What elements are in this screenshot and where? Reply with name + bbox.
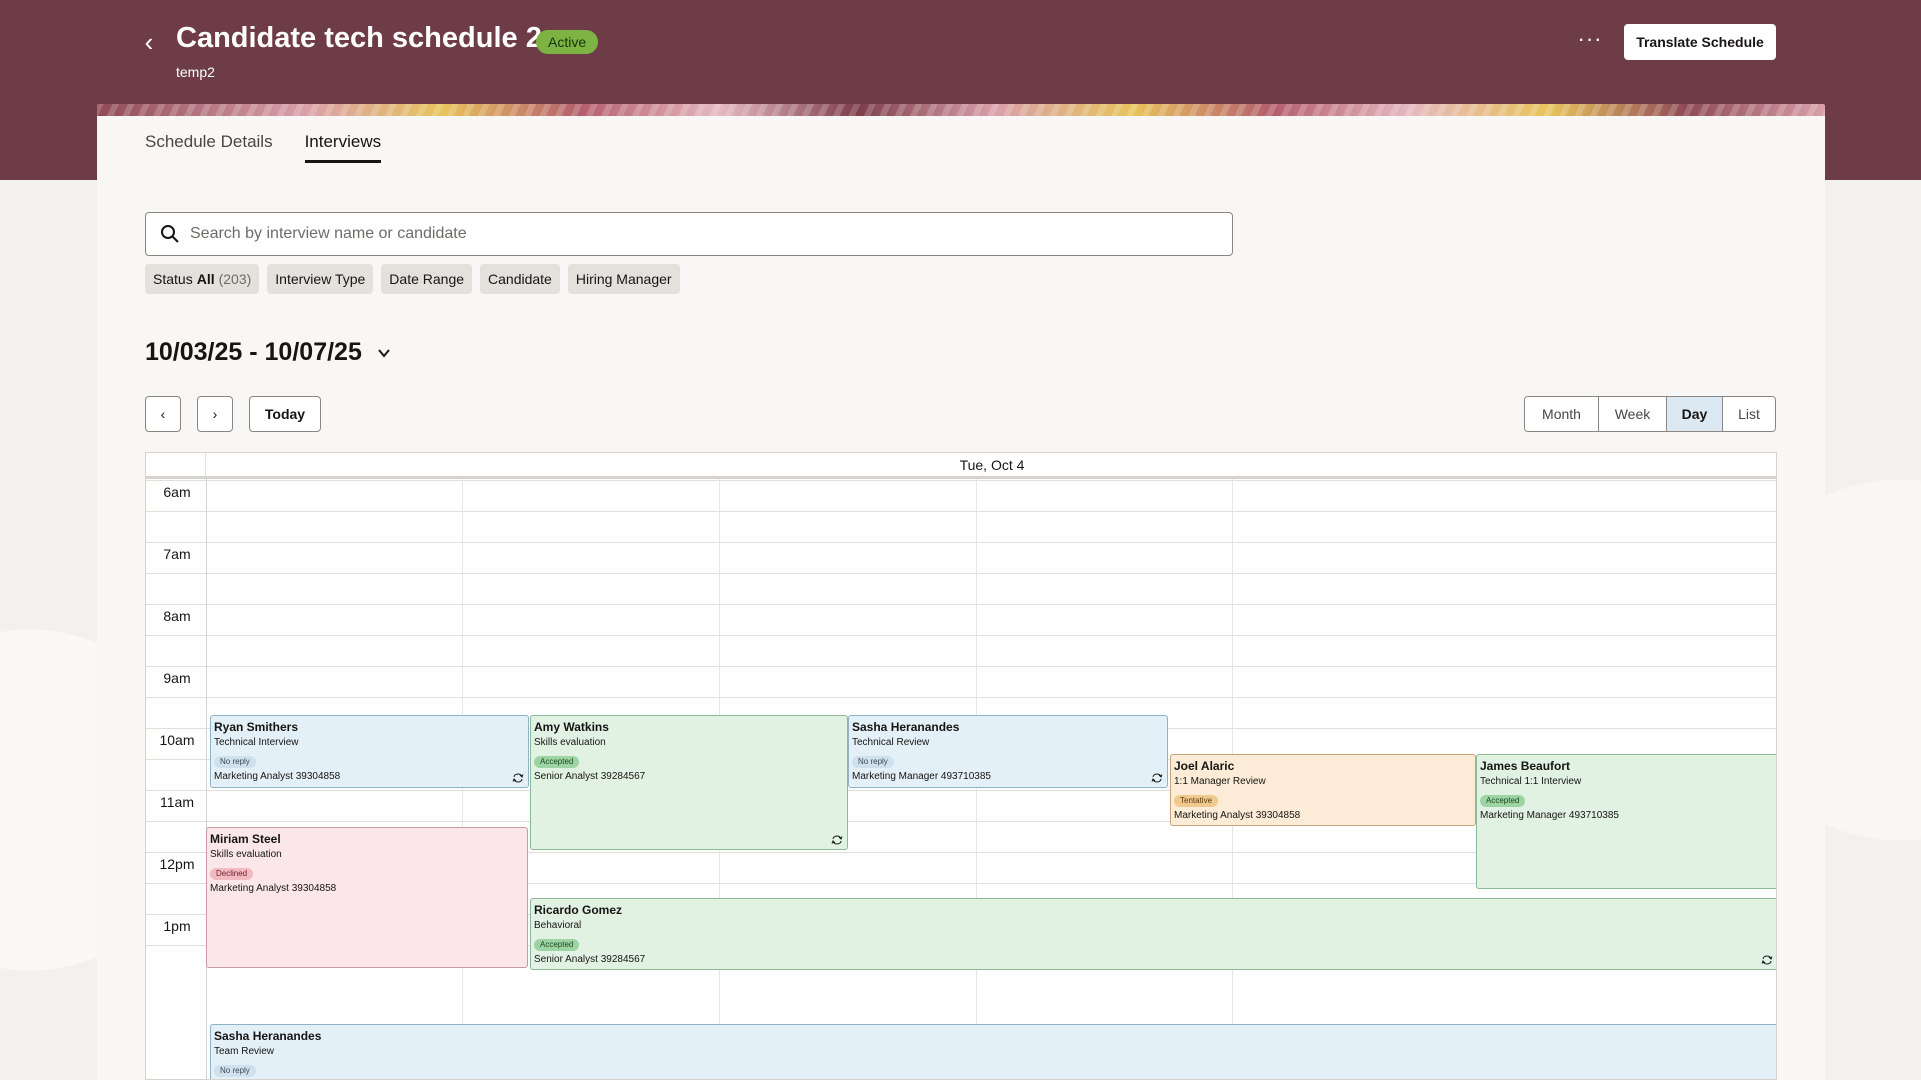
- interview-event[interactable]: Sasha Heranandes Technical Review No reply…: [848, 715, 1168, 788]
- sync-icon: [512, 773, 524, 783]
- status-badge: Active: [536, 30, 599, 54]
- tab-interviews[interactable]: Interviews: [304, 132, 382, 163]
- content-card: Schedule Details Interviews StatusAll(20…: [97, 116, 1825, 1080]
- hour-label: 7am: [163, 546, 191, 562]
- interview-event[interactable]: Miriam Steel Skills evaluation Declined Mar…: [206, 827, 528, 968]
- next-period-button[interactable]: ›: [197, 396, 233, 432]
- previous-period-button[interactable]: ‹: [145, 396, 181, 432]
- event-status-badge: Accepted: [534, 939, 580, 951]
- view-switcher: Month Week Day List: [1524, 396, 1776, 432]
- event-status-badge: No reply: [852, 756, 894, 768]
- event-interview-type: 1:1 Manager Review: [1174, 776, 1266, 787]
- hour-label: 9am: [163, 670, 191, 686]
- time-gutter-header: [146, 453, 206, 476]
- event-interview-type: Behavioral: [534, 920, 582, 931]
- today-button[interactable]: Today: [249, 396, 321, 432]
- translate-schedule-button[interactable]: Translate Schedule: [1624, 24, 1776, 60]
- status-filter-label: Status: [153, 271, 193, 287]
- status-filter-count: (203): [218, 271, 252, 287]
- calendar-grid: 6am 7am 8am 9am 10am 11am 12pm 1pm Ryan Smithers…: [146, 479, 1776, 1079]
- time-gutter-divider: [206, 479, 207, 1079]
- day-label: Tue, Oct 4: [959, 457, 1025, 473]
- date-range-filter-chip[interactable]: Date Range: [381, 264, 473, 294]
- interview-event[interactable]: Amy Watkins Skills evaluation Accepted Seni…: [530, 715, 848, 850]
- event-candidate-name: Miriam Steel: [210, 832, 281, 846]
- event-candidate-name: Ryan Smithers: [214, 720, 299, 734]
- status-filter-value: All: [196, 271, 215, 287]
- time-slot-line: [146, 542, 1776, 543]
- hour-label: 6am: [163, 484, 191, 500]
- interview-event[interactable]: Ricardo Gomez Behavioral Accepted Senior An…: [530, 898, 1776, 970]
- chevron-down-icon: [378, 348, 390, 358]
- search-box: [145, 212, 1233, 256]
- sync-icon: [1151, 773, 1163, 783]
- event-status-badge: Accepted: [534, 756, 580, 768]
- view-month-button[interactable]: Month: [1525, 397, 1599, 431]
- hour-label: 11am: [160, 794, 194, 810]
- time-slot-line: [146, 604, 1776, 605]
- time-slot-line: [146, 666, 1776, 667]
- hiring-manager-filter-chip[interactable]: Hiring Manager: [567, 264, 680, 294]
- view-week-button[interactable]: Week: [1599, 397, 1667, 431]
- event-status-badge: No reply: [214, 1065, 256, 1077]
- time-slot-line: [146, 480, 1776, 481]
- hour-label: 1pm: [163, 918, 191, 934]
- view-list-button[interactable]: List: [1723, 397, 1775, 431]
- event-interview-type: Technical Review: [852, 737, 930, 748]
- time-slot-line: [146, 511, 1776, 512]
- time-slot-line: [146, 697, 1776, 698]
- time-slot-line: [146, 635, 1776, 636]
- event-candidate-name: Sasha Heranandes: [852, 720, 960, 734]
- more-actions-button[interactable]: ···: [1570, 24, 1610, 60]
- calendar-header: Tue, Oct 4: [146, 453, 1776, 479]
- event-job-role: Marketing Manager 493710385: [1480, 810, 1619, 821]
- event-status-badge: Accepted: [1480, 795, 1526, 807]
- candidate-filter-chip[interactable]: Candidate: [480, 264, 560, 294]
- search-icon: [161, 225, 179, 243]
- day-calendar: Tue, Oct 4 6am 7am 8am 9am 10am 11am 12pm 1pm Ry…: [145, 452, 1777, 1080]
- event-candidate-name: Amy Watkins: [534, 720, 609, 734]
- hour-label: 12pm: [159, 856, 195, 872]
- event-interview-type: Skills evaluation: [210, 849, 282, 860]
- event-candidate-name: Ricardo Gomez: [534, 903, 623, 917]
- filter-chips: Status All (203) Interview Type Date Range…: [145, 264, 680, 294]
- event-job-role: Marketing Manager 493710385: [852, 771, 991, 782]
- interview-event[interactable]: James Beaufort Technical 1:1 Interview Acc…: [1476, 754, 1776, 889]
- date-range-selector[interactable]: 10/03/25 - 10/07/25: [145, 338, 392, 367]
- interview-event[interactable]: Joel Alaric 1:1 Manager Review Tentative Ma…: [1170, 754, 1476, 826]
- interview-event[interactable]: Ryan Smithers Technical Interview No reply…: [210, 715, 529, 788]
- hour-label: 8am: [163, 608, 191, 624]
- event-interview-type: Technical Interview: [214, 737, 299, 748]
- tab-schedule-details[interactable]: Schedule Details: [145, 132, 273, 163]
- interview-event[interactable]: Sasha HeranandesTeam ReviewNo replyMarke…: [210, 1024, 1776, 1079]
- tab-bar: Schedule Details Interviews: [145, 132, 382, 163]
- event-candidate-name: Sasha Heranandes: [214, 1029, 322, 1043]
- time-slot-line: [146, 573, 1776, 574]
- date-range-label: 10/03/25 - 10/07/25: [145, 338, 362, 366]
- event-interview-type: Team Review: [214, 1046, 275, 1057]
- event-job-role: Marketing Analyst 39304858: [214, 771, 341, 782]
- sync-icon: [1761, 955, 1773, 965]
- status-filter-chip[interactable]: Status All (203): [145, 264, 260, 294]
- event-job-role: Senior Analyst 39284567: [534, 771, 646, 782]
- event-job-role: Senior Analyst 39284567: [534, 954, 646, 965]
- event-job-role: Marketing Analyst 39304858: [210, 883, 337, 894]
- event-status-badge: Declined: [210, 868, 254, 880]
- sync-icon: [831, 835, 843, 845]
- event-interview-type: Technical 1:1 Interview: [1480, 776, 1582, 787]
- page-title: Candidate tech schedule 2: [176, 22, 542, 54]
- event-interview-type: Skills evaluation: [534, 737, 606, 748]
- event-status-badge: Tentative: [1174, 795, 1219, 807]
- event-status-badge: No reply: [214, 756, 256, 768]
- view-day-button[interactable]: Day: [1667, 397, 1723, 431]
- page-subtitle: temp2: [176, 64, 215, 80]
- event-job-role: Marketing Analyst 39304858: [1174, 810, 1301, 821]
- hour-label: 10am: [159, 732, 195, 748]
- event-candidate-name: James Beaufort: [1480, 759, 1571, 773]
- event-candidate-name: Joel Alaric: [1174, 759, 1235, 773]
- search-input[interactable]: [190, 213, 1220, 255]
- interview-type-filter-chip[interactable]: Interview Type: [267, 264, 374, 294]
- back-button[interactable]: ‹: [136, 26, 162, 58]
